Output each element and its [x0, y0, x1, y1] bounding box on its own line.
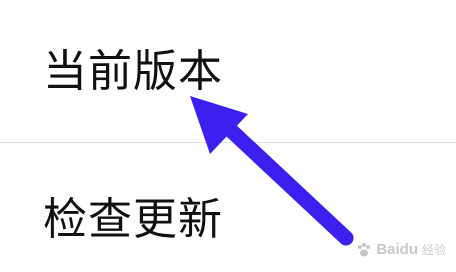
check-update-label: 检查更新	[43, 194, 223, 245]
current-version-row[interactable]: 当前版本	[0, 0, 456, 142]
watermark-suffix: 经验	[421, 243, 446, 257]
paw-logo-icon	[358, 242, 371, 256]
current-version-label: 当前版本	[43, 46, 223, 97]
settings-screen: 当前版本 检查更新 Baidu 经验	[0, 0, 456, 272]
baidu-watermark: Baidu 经验	[356, 241, 446, 258]
watermark-brand: Baidu	[376, 241, 418, 258]
